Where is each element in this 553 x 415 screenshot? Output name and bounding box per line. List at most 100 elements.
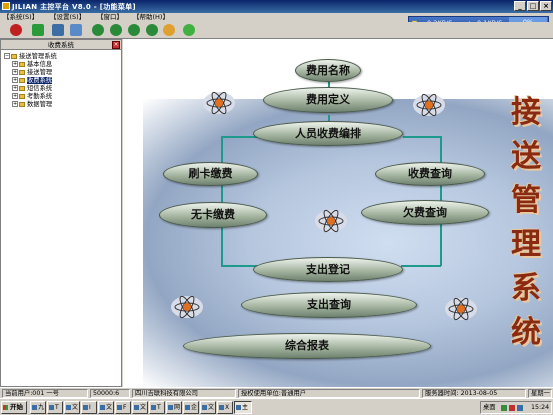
folder-icon [11, 53, 17, 59]
flow-canvas: 费用名称 费用定义 人员收费编排 刷卡缴费 收费查询 无卡缴费 欠费查询 支出登… [123, 39, 553, 387]
desktop-label[interactable]: 桌面 [483, 402, 496, 413]
title-char: 理 [511, 227, 541, 262]
panel-header: 收费系统 [1, 40, 121, 50]
window-icon[interactable] [52, 24, 64, 36]
atom-icon [413, 93, 445, 117]
expand-icon[interactable]: + [12, 61, 18, 67]
app-icon [100, 405, 105, 410]
expand-icon[interactable]: + [12, 69, 18, 75]
taskbar-item[interactable]: X [217, 401, 233, 414]
atom-icon [203, 91, 235, 115]
nav-next-icon[interactable] [128, 24, 140, 36]
menu-settings[interactable]: 【设置(S)】 [50, 13, 85, 22]
tree-item-pickup[interactable]: + 接送管理 [12, 69, 52, 77]
folder-icon [19, 93, 25, 99]
tray-icon[interactable] [509, 405, 515, 411]
menu-help[interactable]: 【帮助(H)】 [133, 13, 169, 22]
tree-item-root[interactable]: − 接送管理系统 [4, 53, 57, 61]
collapse-icon[interactable]: − [4, 53, 10, 59]
system-tray: 桌面 15:24 [480, 401, 552, 414]
start-button[interactable]: 开始 [1, 401, 27, 414]
node-fee-definition[interactable]: 费用定义 [263, 87, 393, 113]
exit-icon[interactable] [10, 24, 22, 36]
status-license: 授权使用单位:普通用户 [238, 389, 420, 398]
check-icon[interactable] [183, 24, 195, 36]
node-no-card-payment[interactable]: 无卡缴费 [159, 202, 267, 228]
node-card-payment[interactable]: 刷卡缴费 [163, 162, 258, 186]
expand-icon[interactable]: + [12, 101, 18, 107]
volume-icon[interactable] [517, 405, 523, 411]
folder-icon [19, 85, 25, 91]
node-fee-query[interactable]: 收费查询 [375, 162, 485, 186]
title-char: 管 [511, 183, 541, 218]
node-arrears-query[interactable]: 欠费查询 [361, 200, 489, 225]
expand-icon[interactable]: + [12, 85, 18, 91]
title-char: 送 [511, 139, 541, 174]
connector-left [221, 136, 223, 266]
nav-first-icon[interactable] [92, 24, 104, 36]
nav-last-icon[interactable] [146, 24, 158, 36]
status-weekday: 星期一 [528, 389, 552, 398]
taskbar-item[interactable]: F [115, 401, 131, 414]
taskbar-item[interactable]: 文 [98, 401, 114, 414]
status-company: 四川吉联科技有限公司 [132, 389, 236, 398]
title-char: 统 [511, 315, 541, 350]
title-char: 接 [511, 95, 541, 130]
app-icon [168, 405, 173, 410]
connector-right-top [403, 136, 441, 138]
toolbar [0, 22, 553, 39]
connector-left-top [221, 136, 259, 138]
window-title: JILIAN 主控平台 V8.0 - [功能菜单] [12, 3, 136, 11]
tree-item-sms[interactable]: + 短信系统 [12, 85, 52, 93]
node-summary-report[interactable]: 综合报表 [183, 333, 431, 359]
folder-icon [19, 61, 25, 67]
taskbar-item[interactable]: 文 [64, 401, 80, 414]
atom-icon [171, 295, 203, 319]
taskbar-item[interactable]: 网 [166, 401, 182, 414]
minimize-button[interactable]: _ [514, 1, 526, 11]
maximize-button[interactable]: □ [527, 1, 539, 11]
panel-close-button[interactable]: × [112, 41, 120, 49]
node-expense-query[interactable]: 支出查询 [241, 292, 417, 318]
user-icon[interactable] [163, 24, 175, 36]
app-icon [219, 405, 224, 410]
taskbar-item[interactable]: T [149, 401, 165, 414]
menu-window[interactable]: 【窗口】 [97, 13, 123, 22]
navigation-panel: 收费系统 × − 接送管理系统 + 基本信息 + 接送管理 + 收费系统 + 短信系统 +… [0, 39, 122, 387]
status-bar: 当前用户:001 一号 50000:6 四川吉联科技有限公司 授权使用单位:普通… [0, 387, 553, 398]
tree-item-attendance[interactable]: + 考勤系统 [12, 93, 52, 101]
taskbar-item[interactable]: 九 [30, 401, 46, 414]
node-expense-register[interactable]: 支出登记 [253, 257, 403, 282]
taskbar-item[interactable]: 文 [200, 401, 216, 414]
app-icon [66, 405, 71, 410]
tree-item-basic-info[interactable]: + 基本信息 [12, 61, 52, 69]
taskbar-item[interactable]: 文 [132, 401, 148, 414]
app-icon [49, 405, 54, 410]
close-button[interactable]: × [540, 1, 552, 11]
layout-icon[interactable] [70, 24, 82, 36]
app-icon [83, 405, 88, 410]
expand-icon[interactable]: + [12, 93, 18, 99]
app-icon [151, 405, 156, 410]
panel-title: 收费系统 [48, 41, 74, 49]
taskbar: 开始 九 T 文 I 文 F 文 T 网 企 文 X 主 桌面 15:24 [0, 398, 553, 415]
node-fee-name[interactable]: 费用名称 [295, 59, 361, 82]
folder-icon [19, 101, 25, 107]
expand-icon[interactable]: + [12, 77, 18, 83]
tree-item-fee-system[interactable]: + 收费系统 [12, 77, 53, 85]
windows-logo-icon [3, 405, 8, 410]
taskbar-item[interactable]: 企 [183, 401, 199, 414]
tray-icon[interactable] [501, 405, 507, 411]
status-user: 当前用户:001 一号 [2, 389, 88, 398]
taskbar-item[interactable]: T [47, 401, 63, 414]
nav-prev-icon[interactable] [110, 24, 122, 36]
node-staff-billing[interactable]: 人员收费编排 [253, 121, 403, 146]
taskbar-item[interactable]: I [81, 401, 97, 414]
refresh-icon[interactable] [32, 24, 44, 36]
menu-system[interactable]: 【系统(S)】 [3, 13, 38, 22]
tree-item-data[interactable]: + 数据管理 [12, 101, 52, 109]
taskbar-item-active[interactable]: 主 [234, 401, 252, 414]
app-icon [134, 405, 139, 410]
app-icon [32, 405, 37, 410]
atom-icon [315, 209, 347, 233]
